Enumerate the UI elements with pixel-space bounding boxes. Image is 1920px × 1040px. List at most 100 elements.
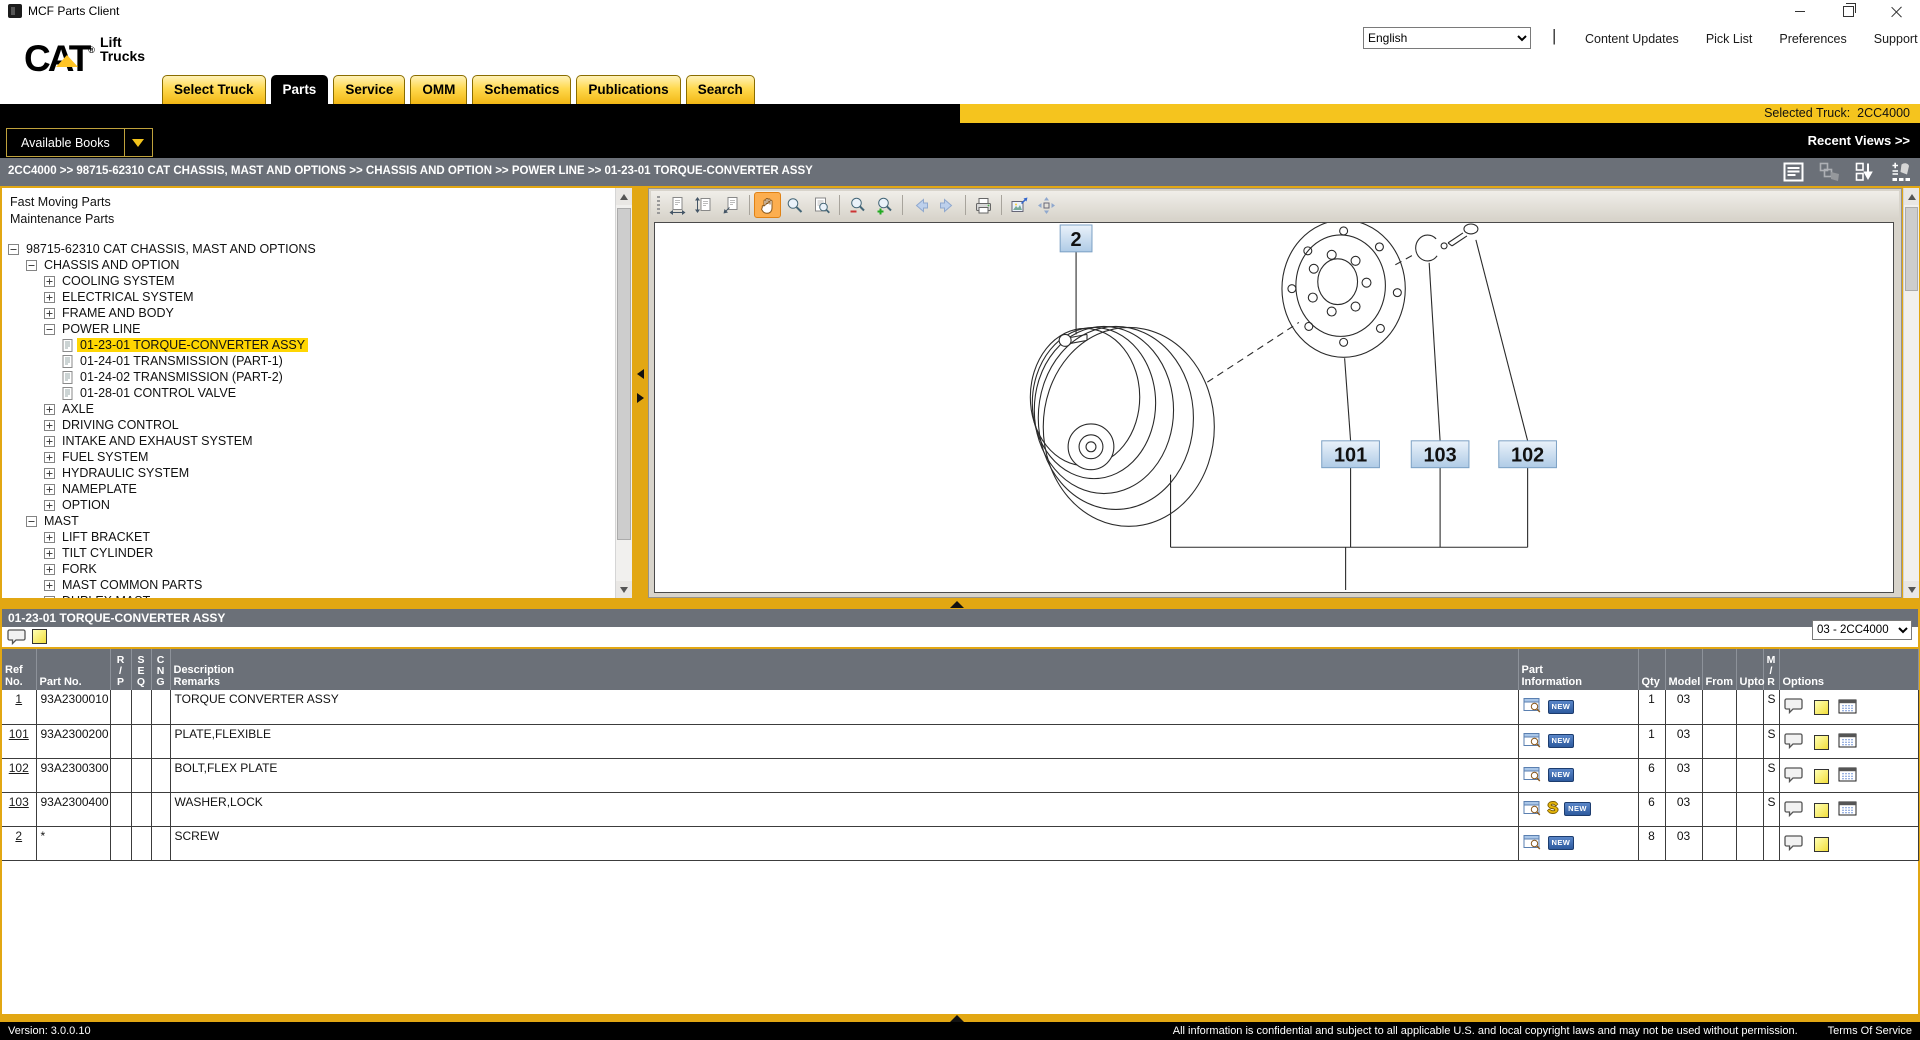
tab-schematics[interactable]: Schematics <box>472 75 571 104</box>
tree-node-label[interactable]: OPTION <box>59 498 113 512</box>
tree-node-label[interactable]: MAST COMMON PARTS <box>59 578 205 592</box>
collapse-icon[interactable] <box>44 324 55 335</box>
fit-height-icon[interactable] <box>691 192 718 218</box>
zoom-window-icon[interactable] <box>808 192 835 218</box>
zoom-dynamic-icon[interactable] <box>781 192 808 218</box>
tree-item-fast-moving-parts[interactable]: Fast Moving Parts <box>2 194 614 211</box>
comment-icon[interactable] <box>1784 834 1805 855</box>
callout-101[interactable]: 101 <box>1322 441 1380 468</box>
zoom-in-icon[interactable] <box>871 192 898 218</box>
interactive-table-icon[interactable] <box>1890 160 1914 184</box>
expand-icon[interactable] <box>44 276 55 287</box>
note-icon[interactable] <box>1814 700 1829 715</box>
expand-icon[interactable] <box>44 292 55 303</box>
tree-node-label[interactable]: TILT CYLINDER <box>59 546 156 560</box>
callout-103[interactable]: 103 <box>1411 441 1469 468</box>
tree-node-label[interactable]: MAST <box>41 514 82 528</box>
tree-node-label[interactable]: FUEL SYSTEM <box>59 450 151 464</box>
note-icon[interactable] <box>32 629 47 644</box>
tree-node-label[interactable]: COOLING SYSTEM <box>59 274 178 288</box>
expand-icon[interactable] <box>44 436 55 447</box>
expand-icon[interactable] <box>44 548 55 559</box>
scroll-up-button[interactable] <box>1904 188 1919 205</box>
expand-icon[interactable] <box>44 404 55 415</box>
tree-node-label[interactable]: CHASSIS AND OPTION <box>41 258 182 272</box>
expand-icon[interactable] <box>44 308 55 319</box>
ref-link[interactable]: 2 <box>15 829 22 843</box>
export-view-icon[interactable] <box>1854 160 1878 184</box>
fit-page-icon[interactable] <box>718 192 745 218</box>
collapse-icon[interactable] <box>8 244 19 255</box>
next-view-icon[interactable] <box>934 192 961 218</box>
scrollbar-thumb[interactable] <box>617 208 631 540</box>
tree-node-label[interactable]: 01-23-01 TORQUE-CONVERTER ASSY <box>77 338 308 352</box>
tab-select-truck[interactable]: Select Truck <box>162 75 266 104</box>
tree-node-label[interactable]: AXLE <box>59 402 97 416</box>
callout-2[interactable]: 2 <box>1060 225 1092 252</box>
tree-node-label[interactable]: LIFT BRACKET <box>59 530 153 544</box>
tab-parts[interactable]: Parts <box>271 75 329 104</box>
grid-icon[interactable] <box>1838 699 1857 717</box>
diagram-canvas[interactable]: 2 101 103 102 <box>654 222 1894 593</box>
copy-image-icon[interactable] <box>1006 192 1033 218</box>
collapse-icon[interactable] <box>26 516 37 527</box>
tree-node-label[interactable]: 98715-62310 CAT CHASSIS, MAST AND OPTION… <box>23 242 319 256</box>
ref-link[interactable]: 101 <box>9 727 29 741</box>
expand-icon[interactable] <box>44 484 55 495</box>
minimize-button[interactable] <box>1784 0 1816 22</box>
support-link[interactable]: Support <box>1874 32 1918 46</box>
collapse-up-icon[interactable] <box>950 1015 964 1022</box>
tree-scrollbar[interactable] <box>615 188 632 598</box>
tree-node-label[interactable]: 01-28-01 CONTROL VALVE <box>77 386 239 400</box>
toolbar-grip[interactable] <box>657 196 660 214</box>
comment-icon[interactable] <box>7 628 28 651</box>
grid-icon[interactable] <box>1838 733 1857 751</box>
part-detail-icon[interactable] <box>1523 834 1542 853</box>
comment-icon[interactable] <box>1784 697 1805 718</box>
language-select[interactable]: English <box>1363 27 1531 49</box>
tree-node-label[interactable]: DRIVING CONTROL <box>59 418 182 432</box>
tree-node-label[interactable]: DUPLEX MAST <box>59 594 153 598</box>
comment-icon[interactable] <box>1784 766 1805 787</box>
expand-icon[interactable] <box>44 468 55 479</box>
grid-icon[interactable] <box>1838 767 1857 785</box>
tree-node-label[interactable]: FORK <box>59 562 100 576</box>
expand-icon[interactable] <box>44 564 55 575</box>
expand-icon[interactable] <box>44 596 55 599</box>
expand-icon[interactable] <box>44 500 55 511</box>
ref-link[interactable]: 102 <box>9 761 29 775</box>
recent-views-link[interactable]: Recent Views >> <box>1808 133 1910 148</box>
comment-icon[interactable] <box>1784 732 1805 753</box>
callout-102[interactable]: 102 <box>1499 441 1557 468</box>
scroll-down-button[interactable] <box>1904 581 1919 598</box>
preferences-link[interactable]: Preferences <box>1779 32 1846 46</box>
model-select[interactable]: 03 - 2CC4000 <box>1812 620 1912 640</box>
tab-publications[interactable]: Publications <box>576 75 680 104</box>
tree-item-maintenance-parts[interactable]: Maintenance Parts <box>2 211 614 228</box>
fit-view-icon[interactable] <box>1033 192 1060 218</box>
expand-icon[interactable] <box>44 532 55 543</box>
restore-button[interactable] <box>1832 0 1864 22</box>
collapse-left-button[interactable] <box>635 366 645 382</box>
ref-link[interactable]: 103 <box>9 795 29 809</box>
scroll-down-button[interactable] <box>616 581 632 598</box>
tree-node-label[interactable]: 01-24-02 TRANSMISSION (PART-2) <box>77 370 286 384</box>
tree-node-label[interactable]: 01-24-01 TRANSMISSION (PART-1) <box>77 354 286 368</box>
horizontal-splitter[interactable] <box>0 600 1920 609</box>
expand-icon[interactable] <box>44 452 55 463</box>
tab-service[interactable]: Service <box>333 75 405 104</box>
part-detail-icon[interactable] <box>1523 697 1542 716</box>
note-icon[interactable] <box>1814 769 1829 784</box>
note-icon[interactable] <box>1814 735 1829 750</box>
collapse-icon[interactable] <box>26 260 37 271</box>
part-detail-icon[interactable] <box>1523 766 1542 785</box>
tree-node-label[interactable]: FRAME AND BODY <box>59 306 177 320</box>
terms-of-service-link[interactable]: Terms Of Service <box>1828 1025 1912 1037</box>
pan-hand-icon[interactable] <box>754 192 781 218</box>
part-detail-icon[interactable] <box>1523 732 1542 751</box>
collapse-up-icon[interactable] <box>950 601 964 608</box>
diagram-scrollbar[interactable] <box>1903 188 1919 598</box>
tab-omm[interactable]: OMM <box>410 75 467 104</box>
available-books-arrow[interactable] <box>124 129 152 156</box>
available-books-button[interactable]: Available Books <box>6 128 153 157</box>
